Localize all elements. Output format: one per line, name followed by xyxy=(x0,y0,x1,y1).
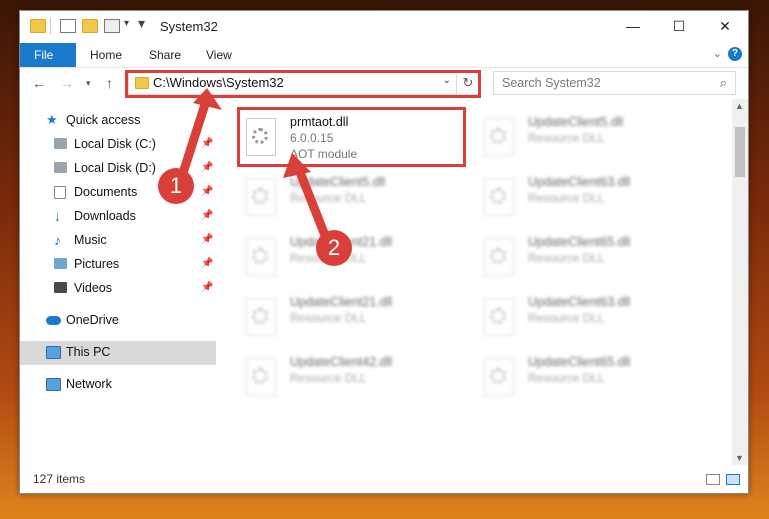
arrow-1-shaft xyxy=(179,93,212,175)
arrow-2-shaft xyxy=(293,162,331,243)
arrow-2-head xyxy=(283,153,311,178)
step-marker-2: 2 xyxy=(316,230,352,266)
annotation-arrows xyxy=(179,88,331,243)
step-marker-1: 1 xyxy=(158,168,194,204)
